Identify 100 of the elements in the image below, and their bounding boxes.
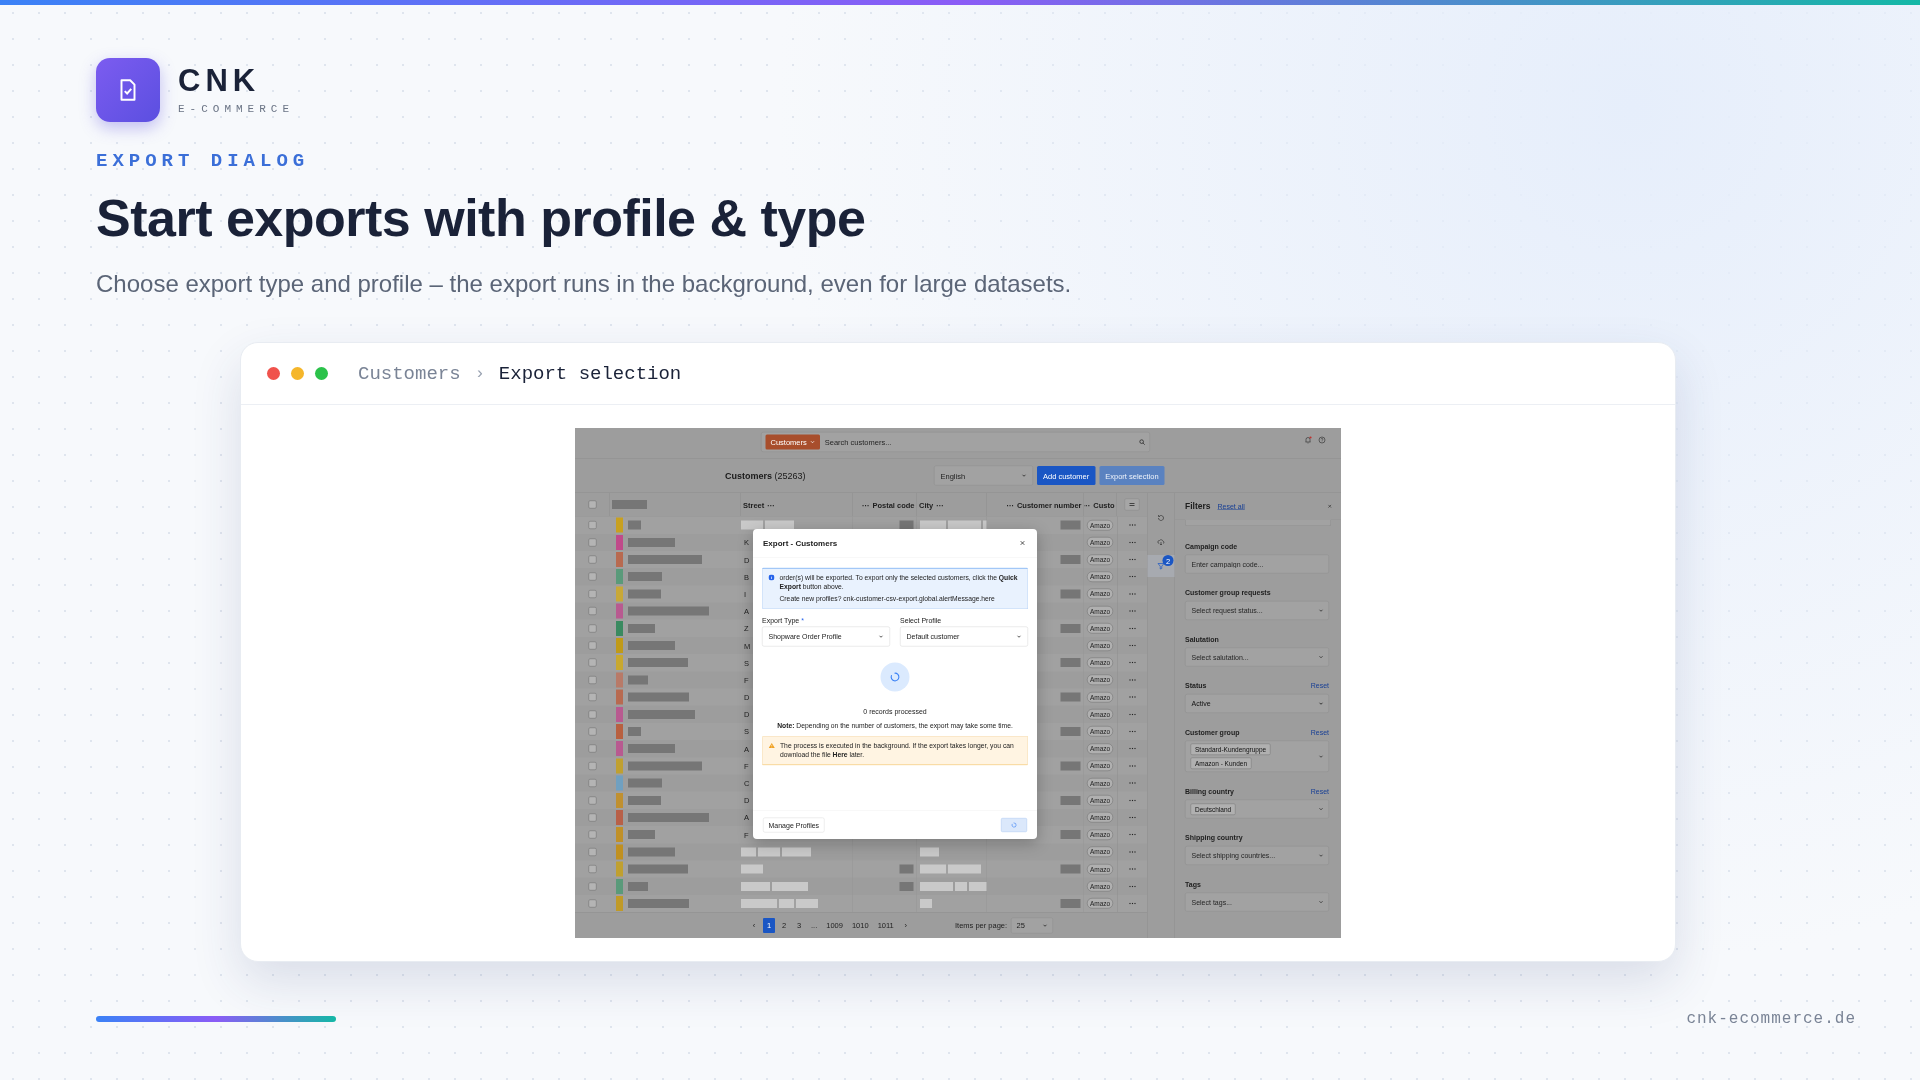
blurred-text bbox=[628, 812, 648, 822]
blurred-text bbox=[1060, 589, 1081, 599]
blurred-text bbox=[628, 623, 655, 633]
subheadline: Choose export type and profile – the export runs in the background, even for large datasets. bbox=[96, 270, 1073, 298]
panel-title: Filters bbox=[1185, 501, 1211, 511]
blurred-text bbox=[661, 864, 688, 874]
checkbox[interactable] bbox=[588, 641, 597, 650]
domain-text: cnk-ecommerce.de bbox=[1686, 1010, 1856, 1028]
blurred-text bbox=[628, 675, 648, 685]
checkbox[interactable] bbox=[588, 538, 597, 547]
blurred-text bbox=[741, 520, 763, 530]
blurred-text bbox=[969, 881, 987, 891]
blurred-text bbox=[1060, 555, 1081, 565]
logo-icon bbox=[96, 58, 160, 122]
more-icon[interactable] bbox=[1128, 558, 1136, 561]
checkbox[interactable] bbox=[588, 865, 597, 874]
close-dot bbox=[267, 367, 280, 380]
blurred-text bbox=[1060, 864, 1081, 874]
blurred-text bbox=[920, 898, 932, 908]
checkbox[interactable] bbox=[588, 830, 597, 839]
blurred-text bbox=[655, 898, 689, 908]
blurred-text bbox=[1060, 658, 1081, 668]
more-icon[interactable] bbox=[1128, 661, 1136, 664]
checkbox[interactable] bbox=[588, 572, 597, 581]
blurred-text bbox=[741, 881, 770, 891]
blurred-text bbox=[899, 864, 914, 874]
minimize-dot bbox=[291, 367, 304, 380]
checkbox[interactable] bbox=[588, 675, 597, 684]
blurred-text bbox=[948, 520, 981, 530]
checkbox[interactable] bbox=[588, 521, 597, 530]
checkbox[interactable] bbox=[588, 796, 597, 805]
blurred-text bbox=[772, 881, 808, 891]
breadcrumb-item: Export selection bbox=[498, 362, 682, 385]
checkbox[interactable] bbox=[588, 847, 597, 856]
more-icon[interactable] bbox=[1128, 885, 1136, 888]
checkbox[interactable] bbox=[588, 500, 597, 509]
blurred-text bbox=[920, 847, 939, 857]
blurred-text bbox=[628, 761, 655, 771]
blurred-text bbox=[741, 847, 756, 857]
blurred-text bbox=[920, 520, 946, 530]
checkbox[interactable] bbox=[588, 813, 597, 822]
blurred-text bbox=[628, 520, 641, 530]
blurred-text bbox=[741, 864, 763, 874]
blurred-text bbox=[948, 864, 981, 874]
blurred-text bbox=[628, 778, 662, 788]
blurred-text bbox=[920, 881, 953, 891]
checkbox[interactable] bbox=[588, 761, 597, 770]
blurred-text bbox=[1060, 727, 1081, 736]
checkbox[interactable] bbox=[588, 658, 597, 667]
export-button[interactable] bbox=[1001, 818, 1027, 832]
more-icon[interactable] bbox=[1128, 627, 1136, 630]
more-icon[interactable] bbox=[1128, 730, 1136, 733]
blurred-text bbox=[661, 658, 688, 668]
more-icon[interactable] bbox=[1128, 799, 1136, 802]
blurred-text bbox=[628, 555, 655, 565]
checkbox[interactable] bbox=[588, 624, 597, 633]
checkbox[interactable] bbox=[588, 744, 597, 753]
blurred-text bbox=[1060, 692, 1081, 702]
blurred-text bbox=[648, 537, 675, 547]
checkbox[interactable] bbox=[588, 779, 597, 788]
blurred-text bbox=[628, 692, 655, 702]
more-icon[interactable] bbox=[1128, 833, 1136, 836]
checkbox[interactable] bbox=[588, 589, 597, 598]
more-icon[interactable] bbox=[1128, 713, 1136, 716]
blurred-text bbox=[1060, 520, 1081, 530]
blurred-text bbox=[899, 520, 914, 530]
blurred-text bbox=[655, 692, 689, 702]
checkbox[interactable] bbox=[588, 607, 597, 616]
more-icon[interactable] bbox=[1128, 902, 1136, 905]
blurred-text bbox=[648, 744, 675, 754]
blurred-text bbox=[675, 606, 709, 616]
columns-button[interactable] bbox=[1124, 498, 1140, 511]
breadcrumb-separator: › bbox=[474, 364, 485, 383]
dialog-title: Export - Customers bbox=[763, 538, 838, 548]
checkbox[interactable] bbox=[588, 710, 597, 719]
checkbox[interactable] bbox=[588, 693, 597, 702]
checkbox[interactable] bbox=[588, 899, 597, 908]
brand-tagline: E-COMMERCE bbox=[178, 103, 294, 115]
more-icon[interactable] bbox=[1128, 541, 1136, 544]
blurred-text bbox=[741, 898, 777, 908]
more-icon[interactable] bbox=[1128, 575, 1136, 578]
blurred-text bbox=[758, 847, 780, 857]
blurred-text bbox=[675, 812, 709, 822]
more-icon[interactable] bbox=[1128, 816, 1136, 819]
blurred-text bbox=[1060, 623, 1081, 633]
checkbox[interactable] bbox=[588, 727, 597, 736]
blurred-text bbox=[1060, 761, 1081, 771]
checkbox[interactable] bbox=[588, 555, 597, 564]
checkbox[interactable] bbox=[588, 882, 597, 891]
blurred-text bbox=[899, 881, 914, 891]
blurred-text bbox=[782, 847, 811, 857]
eyebrow-label: EXPORT DIALOG bbox=[96, 150, 311, 172]
blurred-text bbox=[1060, 830, 1081, 840]
blurred-text bbox=[628, 537, 648, 547]
blurred-text bbox=[628, 881, 648, 891]
more-icon[interactable] bbox=[1128, 747, 1136, 750]
breadcrumb-item[interactable]: Customers bbox=[358, 362, 461, 385]
warning-icon bbox=[768, 742, 775, 749]
blurred-text bbox=[779, 898, 794, 908]
more-icon[interactable] bbox=[1128, 644, 1136, 647]
